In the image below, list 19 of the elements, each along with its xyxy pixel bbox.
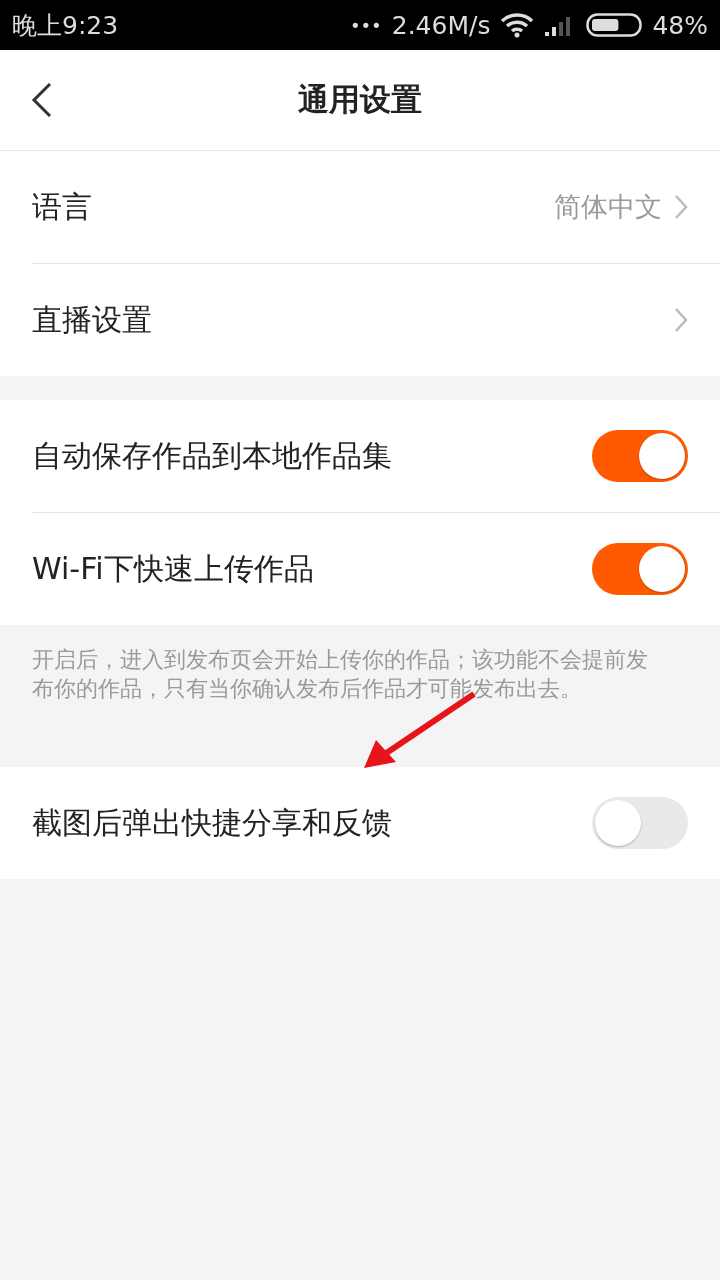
more-indicator: ••• [349,14,382,36]
network-speed: 2.46M/s [391,10,491,40]
setting-label: 直播设置 [32,300,153,339]
clock: 晚上9:23 [12,9,119,42]
chevron-icon[interactable] [674,194,688,220]
page-title: 通用设置 [298,80,422,119]
setting-label: 截图后弹出快捷分享和反馈 [32,803,393,842]
toggle-switch[interactable] [592,430,688,482]
wifi-icon [500,12,535,38]
chevron-icon[interactable] [674,307,688,333]
battery-percent: 48% [652,10,708,40]
setting-label: Wi-Fi下快速上传作品 [32,549,315,588]
battery-icon [586,13,643,37]
back-icon[interactable] [30,82,54,118]
setting-label: 自动保存作品到本地作品集 [32,436,393,475]
setting-value: 简体中文 [554,190,662,224]
toggle-switch[interactable] [592,543,688,595]
setting-label: 语言 [32,187,93,226]
toggle-switch[interactable] [592,797,688,849]
